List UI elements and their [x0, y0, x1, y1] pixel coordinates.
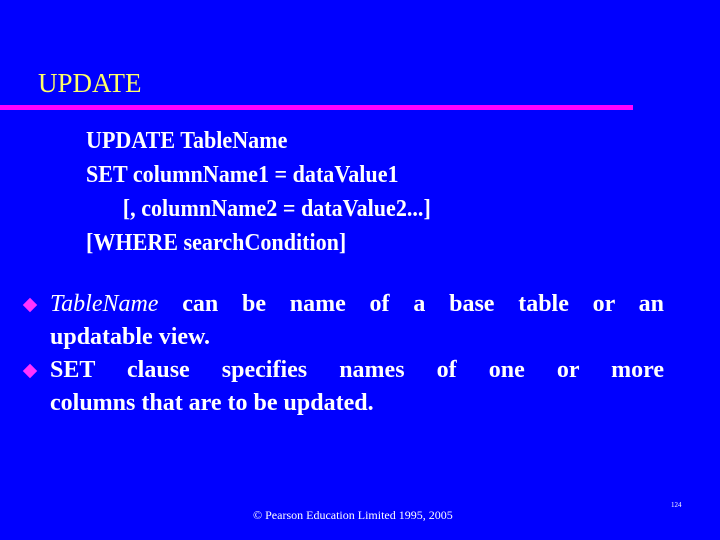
bullet-line: TableName can be name of a base table or…	[50, 288, 664, 321]
diamond-bullet-icon	[22, 297, 38, 313]
copyright-footer: © Pearson Education Limited 1995, 2005	[253, 508, 453, 522]
bullet-item: SET clause specifies names of one or mor…	[22, 354, 664, 420]
slide-title: UPDATE	[38, 68, 142, 98]
syntax-line: [WHERE searchCondition]	[86, 230, 347, 256]
sql-syntax-block: UPDATE TableName SET columnName1 = dataV…	[86, 124, 431, 260]
syntax-line: SET columnName1 = dataValue1	[86, 162, 399, 188]
syntax-line: [, columnName2 = dataValue2...]	[122, 196, 431, 222]
page-number: 124	[671, 501, 682, 509]
title-divider	[0, 105, 633, 110]
syntax-line: UPDATE TableName	[86, 128, 288, 154]
diamond-bullet-icon	[22, 363, 38, 379]
bullet-list: TableName can be name of a base table or…	[22, 288, 664, 420]
bullet-italic-term: TableName	[50, 291, 159, 317]
bullet-line: SET clause specifies names of one or mor…	[50, 357, 664, 383]
bullet-text: can be name of a base table or an	[158, 291, 664, 317]
bullet-item: TableName can be name of a base table or…	[22, 288, 664, 354]
bullet-line: updatable view.	[50, 324, 211, 350]
bullet-line: columns that are to be updated.	[50, 390, 374, 416]
